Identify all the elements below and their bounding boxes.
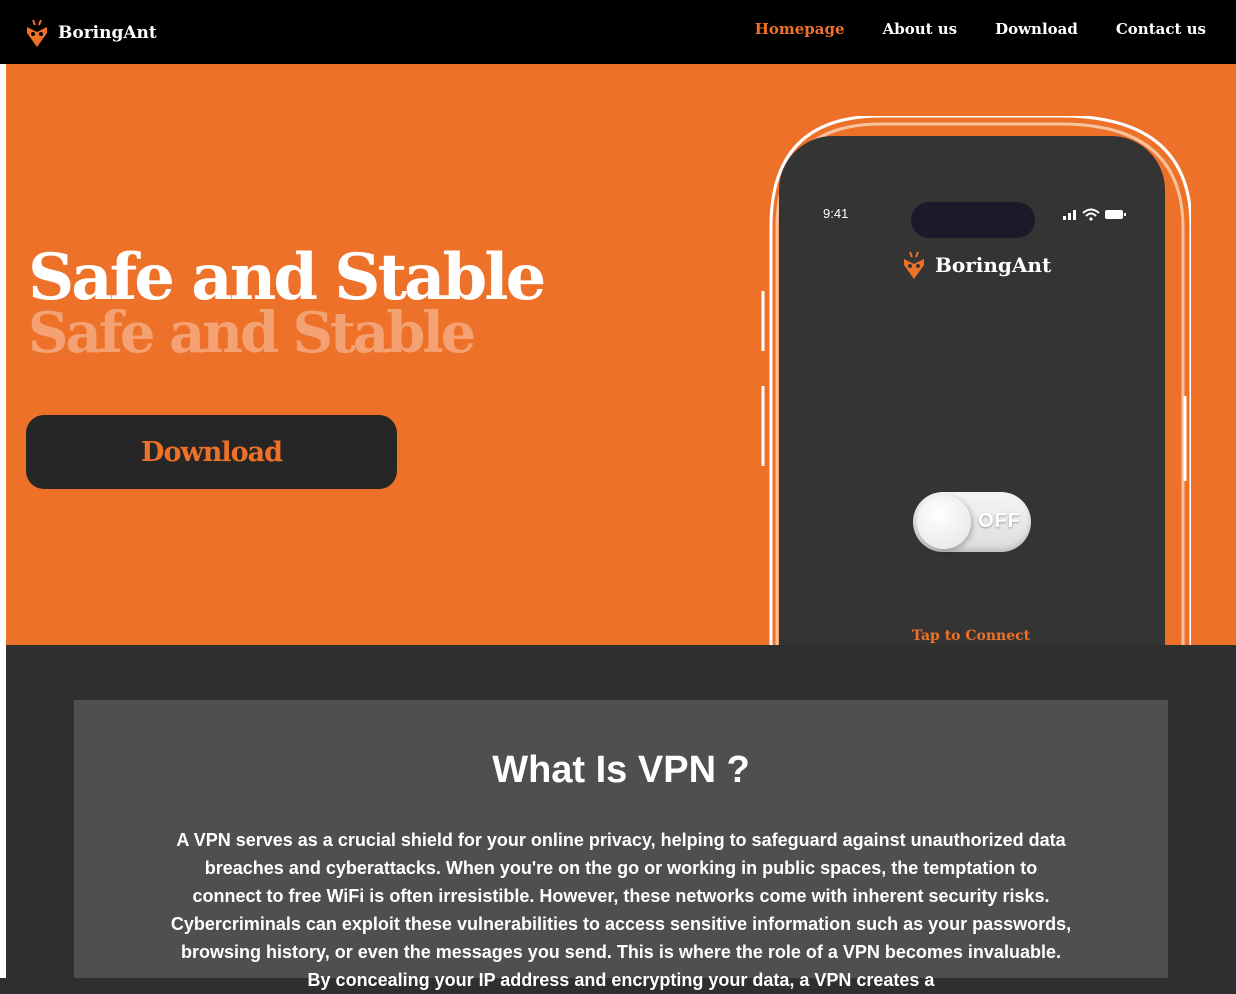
nav-link-about-us[interactable]: About us <box>883 18 958 40</box>
status-time: 9:41 <box>823 206 849 221</box>
phone-brand-name: BoringAnt <box>935 253 1052 277</box>
tap-to-connect-text[interactable]: Tap to Connect <box>751 628 1191 644</box>
nav-link-contact-us[interactable]: Contact us <box>1116 18 1206 40</box>
vpn-toggle[interactable]: OFF <box>913 492 1031 552</box>
phone-brand: BoringAnt <box>901 249 1051 281</box>
hero-section: Safe and Stable Safe and Stable Download… <box>6 64 1236 645</box>
top-navbar: BoringAnt Homepage About us Download Con… <box>0 0 1236 64</box>
section-description: A VPN serves as a crucial shield for you… <box>170 830 1072 990</box>
ant-logo-icon <box>904 251 924 279</box>
section-title: What Is VPN ? <box>492 749 750 791</box>
wifi-icon <box>1082 208 1100 221</box>
toggle-state-label: OFF <box>978 510 1021 532</box>
brand-name: BoringAnt <box>58 23 157 43</box>
hero-title: Safe and Stable <box>28 240 546 315</box>
cellular-signal-icon <box>1063 210 1076 220</box>
phone-mockup: 9:41 BoringAnt OFF Tap to Connect <box>751 116 1191 645</box>
download-button[interactable]: Download <box>26 415 397 489</box>
status-icons <box>1063 208 1126 221</box>
toggle-knob <box>917 495 971 549</box>
what-is-vpn-section: What Is VPN ? A VPN serves as a crucial … <box>74 700 1168 990</box>
brand[interactable]: BoringAnt <box>24 18 157 48</box>
nav-link-download[interactable]: Download <box>995 18 1078 40</box>
nav-links: Homepage About us Download Contact us <box>717 18 1206 40</box>
dynamic-island <box>911 202 1035 238</box>
battery-icon <box>1105 210 1126 219</box>
ant-logo-icon <box>27 19 47 47</box>
nav-link-homepage[interactable]: Homepage <box>755 18 845 40</box>
